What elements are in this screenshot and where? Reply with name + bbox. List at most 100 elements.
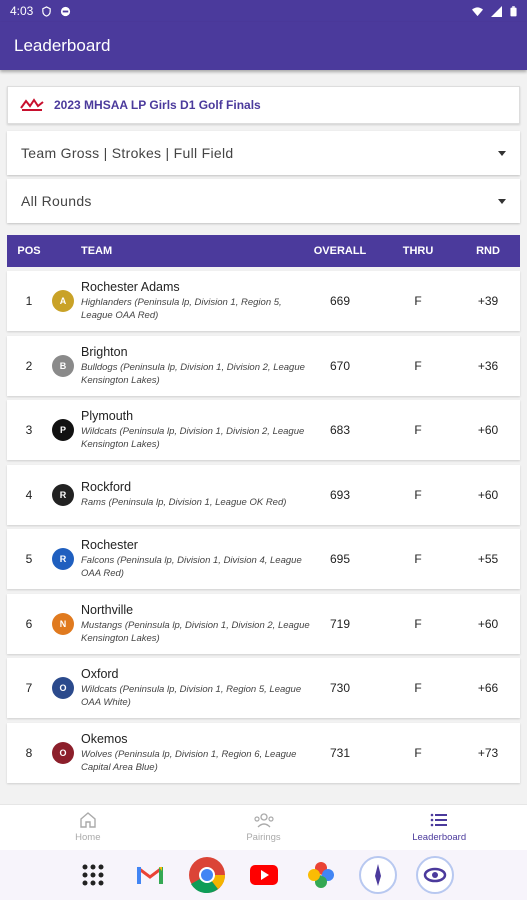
team-logo-icon: B (51, 336, 75, 396)
team-description: Highlanders (Peninsula lp, Division 1, R… (81, 297, 282, 321)
dropdown-caret-icon (498, 150, 506, 156)
row-overall: 695 (329, 552, 351, 566)
status-time: 4:03 (10, 4, 34, 18)
view-select-value: Team Gross | Strokes | Full Field (21, 145, 234, 161)
row-rnd: +55 (477, 552, 499, 566)
row-overall: 730 (329, 681, 351, 695)
row-pos: 3 (25, 423, 33, 437)
table-row[interactable]: 1 A Rochester Adams Highlanders (Peninsula … (7, 271, 520, 331)
team-description: Mustangs (Peninsula lp, Division 1, Divi… (81, 619, 310, 644)
row-rnd: +60 (477, 616, 499, 631)
event-title: 2023 MHSAA LP Girls D1 Golf Finals (54, 98, 261, 112)
table-row[interactable]: 4 R Rockford Rams (Peninsula lp, Division 1… (7, 464, 520, 525)
nav-pairings[interactable]: Pairings (176, 805, 352, 850)
app-bar: Leaderboard (0, 22, 527, 70)
team-logo-icon: R (51, 465, 75, 525)
nav-pairings-label: Pairings (246, 832, 281, 843)
team-logo-badge: R (52, 548, 74, 570)
nav-home[interactable]: Home (0, 805, 176, 850)
team-cell: Northville Mustangs (Peninsula lp, Divisi… (81, 594, 313, 654)
header-overall[interactable]: OVERALL (313, 235, 367, 267)
row-pos: 7 (25, 681, 33, 695)
team-name: Brighton (81, 344, 128, 359)
apps-grid-icon[interactable] (73, 855, 113, 895)
team-description: Wildcats (Peninsula lp, Division 1, Divi… (81, 426, 305, 450)
team-cell: Rochester Falcons (Peninsula lp, Division… (81, 529, 313, 589)
team-cell: Rockford Rams (Peninsula lp, Division 1, … (81, 465, 313, 525)
row-pos: 2 (25, 358, 33, 373)
location-icon (42, 5, 52, 17)
chrome-icon[interactable] (187, 855, 227, 895)
row-rnd: +60 (477, 487, 499, 502)
team-description: Rams (Peninsula lp, Division 1, League O… (81, 497, 287, 508)
team-cell: Rochester Adams Highlanders (Peninsula lp… (81, 271, 313, 331)
people-group-icon (253, 813, 274, 828)
table-row[interactable]: 2 B Brighton Bulldogs (Peninsula lp, Divisi… (7, 335, 520, 396)
header-team[interactable]: TEAM (81, 235, 112, 267)
youtube-icon[interactable] (244, 855, 284, 895)
leaderboard-content[interactable]: 2023 MHSAA LP Girls D1 Golf Finals Team … (0, 70, 527, 804)
table-row[interactable]: 5 R Rochester Falcons (Peninsula lp, Divisi… (7, 529, 520, 589)
notification-icon (61, 6, 71, 16)
header-pos[interactable]: POS (17, 235, 40, 267)
nav-home-label: Home (75, 832, 101, 843)
table-row[interactable]: 3 P Plymouth Wildcats (Peninsula lp, Divisi… (7, 400, 520, 460)
team-cell: Okemos Wolves (Peninsula lp, Division 1, … (81, 723, 313, 783)
view-select[interactable]: Team Gross | Strokes | Full Field (7, 131, 520, 175)
row-overall: 719 (329, 616, 351, 631)
signal-icon (491, 5, 502, 17)
team-logo-icon: O (51, 658, 75, 718)
rounds-select[interactable]: All Rounds (7, 179, 520, 223)
team-logo-badge: O (52, 677, 74, 699)
row-pos: 8 (25, 745, 33, 760)
table-row[interactable]: 7 O Oxford Wildcats (Peninsula lp, Division… (7, 658, 520, 718)
app-icon-2[interactable] (415, 855, 455, 895)
page-title: Leaderboard (14, 36, 111, 55)
header-thru[interactable]: THRU (399, 235, 437, 267)
row-rnd: +39 (477, 294, 499, 308)
team-cell: Brighton Bulldogs (Peninsula lp, Division… (81, 336, 313, 396)
app-icon-1[interactable] (358, 855, 398, 895)
team-logo-badge: A (52, 290, 74, 312)
bottom-navigation: Home Pairings Leaderboard (0, 804, 527, 850)
team-logo-icon: A (51, 271, 75, 331)
team-name: Northville (81, 602, 134, 617)
team-logo-badge: B (52, 354, 74, 377)
nav-leaderboard[interactable]: Leaderboard (351, 805, 527, 850)
row-overall: 670 (329, 358, 351, 373)
row-thru: F (414, 681, 422, 695)
team-logo-icon: N (51, 594, 75, 654)
team-description: Falcons (Peninsula lp, Division 1, Divis… (81, 555, 302, 579)
row-rnd: +73 (477, 745, 499, 760)
table-row[interactable]: 6 N Northville Mustangs (Peninsula lp, Divi… (7, 593, 520, 654)
team-name: Plymouth (81, 409, 134, 423)
row-pos: 1 (25, 294, 33, 308)
gmail-icon[interactable] (130, 855, 170, 895)
team-name: Oxford (81, 667, 119, 681)
row-thru: F (414, 294, 422, 308)
team-cell: Oxford Wildcats (Peninsula lp, Division 1… (81, 658, 313, 718)
row-rnd: +36 (477, 358, 499, 373)
home-icon (80, 812, 96, 828)
team-logo-badge: P (52, 419, 74, 441)
row-thru: F (414, 745, 422, 760)
team-name: Rochester (81, 538, 138, 552)
team-logo-icon: R (51, 529, 75, 589)
row-overall: 731 (329, 745, 351, 760)
row-thru: F (414, 487, 422, 502)
team-description: Wildcats (Peninsula lp, Division 1, Regi… (81, 684, 302, 708)
photos-icon[interactable] (301, 855, 341, 895)
header-rnd[interactable]: RND (473, 235, 503, 267)
row-overall: 669 (329, 294, 351, 308)
event-banner[interactable]: 2023 MHSAA LP Girls D1 Golf Finals (7, 86, 520, 124)
team-name: Rochester Adams (81, 280, 180, 294)
row-thru: F (414, 552, 422, 566)
leaderboard-rows: 1 A Rochester Adams Highlanders (Peninsula … (7, 271, 520, 783)
row-rnd: +66 (477, 681, 499, 695)
table-row[interactable]: 8 O Okemos Wolves (Peninsula lp, Division 1… (7, 722, 520, 783)
row-pos: 6 (25, 616, 33, 631)
row-overall: 693 (329, 487, 351, 502)
team-description: Wolves (Peninsula lp, Division 1, Region… (81, 748, 297, 773)
table-header: POS TEAM OVERALL THRU RND (7, 235, 520, 267)
team-name: Rockford (81, 480, 132, 494)
